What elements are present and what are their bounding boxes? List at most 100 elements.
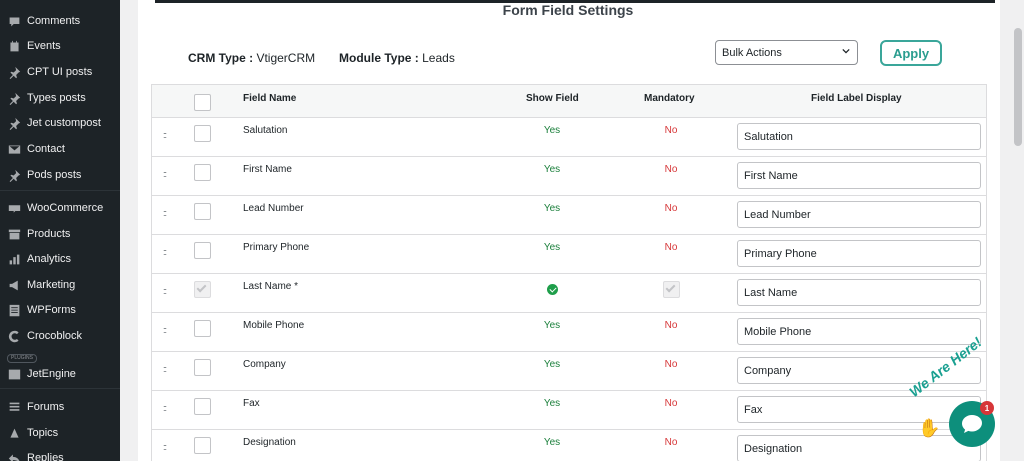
- sidebar-item-label: Crocoblock: [27, 330, 83, 342]
- drag-handle-icon[interactable]: ::: [163, 286, 167, 296]
- mandatory-toggle[interactable]: No: [651, 398, 691, 409]
- comment-icon: [7, 14, 21, 28]
- sidebar-item-label: Replies: [27, 452, 64, 461]
- drag-handle-icon[interactable]: ::: [163, 442, 167, 452]
- label-display-input[interactable]: Last Name: [737, 279, 981, 306]
- sidebar-item-products[interactable]: Products: [0, 223, 120, 245]
- sidebar-item-label: Events: [27, 40, 61, 52]
- sidebar-item-forums[interactable]: Forums: [0, 396, 120, 418]
- field-name: Designation: [243, 437, 296, 448]
- show-field-toggle[interactable]: Yes: [532, 320, 572, 331]
- drag-handle-icon[interactable]: ::: [163, 247, 167, 257]
- mandatory-toggle[interactable]: No: [651, 359, 691, 370]
- select-all-checkbox[interactable]: [194, 94, 211, 111]
- row-checkbox[interactable]: [194, 359, 211, 376]
- drag-handle-icon[interactable]: ::: [163, 208, 167, 218]
- sidebar-item-contact[interactable]: Contact: [0, 138, 120, 160]
- module-type-label: Module Type :: [339, 51, 419, 65]
- mandatory-toggle[interactable]: No: [651, 320, 691, 331]
- sidebar-item-events[interactable]: Events: [0, 35, 120, 57]
- row-checkbox[interactable]: [194, 125, 211, 142]
- scrollbar-thumb[interactable]: [1014, 28, 1022, 146]
- archive-icon: [7, 227, 21, 241]
- mandatory-toggle[interactable]: No: [651, 164, 691, 175]
- field-name: Lead Number: [243, 203, 304, 214]
- wave-hand-icon: ✋: [918, 418, 941, 438]
- field-name: First Name: [243, 164, 292, 175]
- table-row: :: Last Name * Last Name: [151, 274, 987, 313]
- sidebar-item-woocommerce[interactable]: WooCommerce: [0, 197, 120, 219]
- sidebar-item-topics[interactable]: Topics: [0, 422, 120, 444]
- pin-icon: [7, 91, 21, 105]
- row-checkbox-locked: [194, 281, 211, 298]
- header-mandatory: Mandatory: [644, 93, 695, 104]
- show-field-toggle[interactable]: Yes: [532, 125, 572, 136]
- row-checkbox[interactable]: [194, 398, 211, 415]
- show-field-toggle[interactable]: Yes: [532, 359, 572, 370]
- show-field-toggle[interactable]: Yes: [532, 203, 572, 214]
- sidebar-item-wpforms[interactable]: WPForms: [0, 299, 120, 321]
- label-display-input[interactable]: Lead Number: [737, 201, 981, 228]
- crm-type-label: CRM Type :: [188, 51, 254, 65]
- show-field-toggle[interactable]: Yes: [532, 242, 572, 253]
- drag-handle-icon[interactable]: ::: [163, 364, 167, 374]
- pin-icon: [7, 168, 21, 182]
- sidebar-item-label: Comments: [27, 15, 81, 27]
- mandatory-toggle[interactable]: No: [651, 242, 691, 253]
- table-row: :: Primary Phone Yes No Primary Phone: [151, 235, 987, 274]
- crocoblock-icon: [7, 329, 21, 343]
- mandatory-toggle[interactable]: No: [651, 125, 691, 136]
- label-display-input[interactable]: Designation: [737, 435, 981, 461]
- label-display-input[interactable]: Salutation: [737, 123, 981, 150]
- mandatory-checkbox-locked: [663, 281, 680, 298]
- sidebar-separator: [0, 190, 120, 191]
- jetengine-icon: [7, 367, 21, 381]
- megaphone-icon: [7, 278, 21, 292]
- drag-handle-icon[interactable]: ::: [163, 130, 167, 140]
- label-display-input[interactable]: Fax: [737, 396, 981, 423]
- show-field-toggle[interactable]: Yes: [532, 437, 572, 448]
- chart-icon: [7, 252, 21, 266]
- sidebar-item-replies[interactable]: Replies: [0, 447, 120, 461]
- sidebar-item-marketing[interactable]: Marketing: [0, 274, 120, 296]
- label-display-input[interactable]: Mobile Phone: [737, 318, 981, 345]
- label-display-input[interactable]: Primary Phone: [737, 240, 981, 267]
- row-checkbox[interactable]: [194, 320, 211, 337]
- sidebar-item-label: Types posts: [27, 92, 86, 104]
- crm-type-value: VtigerCRM: [256, 51, 316, 65]
- label-display-input[interactable]: First Name: [737, 162, 981, 189]
- row-checkbox[interactable]: [194, 437, 211, 454]
- field-name: Fax: [243, 398, 260, 409]
- sidebar-item-analytics[interactable]: Analytics: [0, 248, 120, 270]
- mandatory-toggle[interactable]: No: [651, 437, 691, 448]
- sidebar-item-pods-posts[interactable]: Pods posts: [0, 164, 120, 186]
- show-field-toggle[interactable]: Yes: [532, 164, 572, 175]
- row-checkbox[interactable]: [194, 242, 211, 259]
- sidebar-separator: [0, 388, 120, 389]
- apply-button[interactable]: Apply: [880, 40, 942, 66]
- sidebar-item-comments[interactable]: Comments: [0, 10, 120, 32]
- table-row: :: Lead Number Yes No Lead Number: [151, 196, 987, 235]
- drag-handle-icon[interactable]: ::: [163, 403, 167, 413]
- header-label-display: Field Label Display: [811, 93, 902, 104]
- show-field-toggle[interactable]: Yes: [532, 398, 572, 409]
- sidebar-item-label: WPForms: [27, 304, 76, 316]
- sidebar-item-label: JetEngine: [27, 368, 76, 380]
- row-checkbox[interactable]: [194, 203, 211, 220]
- sidebar-item-crocoblock[interactable]: Crocoblock: [0, 325, 120, 347]
- sidebar-item-jet-custompost[interactable]: Jet custompost: [0, 112, 120, 134]
- drag-handle-icon[interactable]: ::: [163, 169, 167, 179]
- sidebar-item-cpt-ui-posts[interactable]: CPT UI posts: [0, 61, 120, 83]
- table-row: :: Mobile Phone Yes No Mobile Phone: [151, 313, 987, 352]
- sidebar-item-jetengine[interactable]: JetEngine: [0, 363, 120, 385]
- sidebar-item-types-posts[interactable]: Types posts: [0, 87, 120, 109]
- row-checkbox[interactable]: [194, 164, 211, 181]
- page-title: Form Field Settings: [502, 2, 634, 18]
- bulk-actions-select[interactable]: Bulk Actions: [715, 40, 858, 65]
- sidebar-item-label: Jet custompost: [27, 117, 101, 129]
- drag-handle-icon[interactable]: ::: [163, 325, 167, 335]
- notification-badge: 1: [980, 401, 994, 415]
- table-row: :: First Name Yes No First Name: [151, 157, 987, 196]
- mandatory-toggle[interactable]: No: [651, 203, 691, 214]
- page-scrollbar[interactable]: [1012, 0, 1024, 461]
